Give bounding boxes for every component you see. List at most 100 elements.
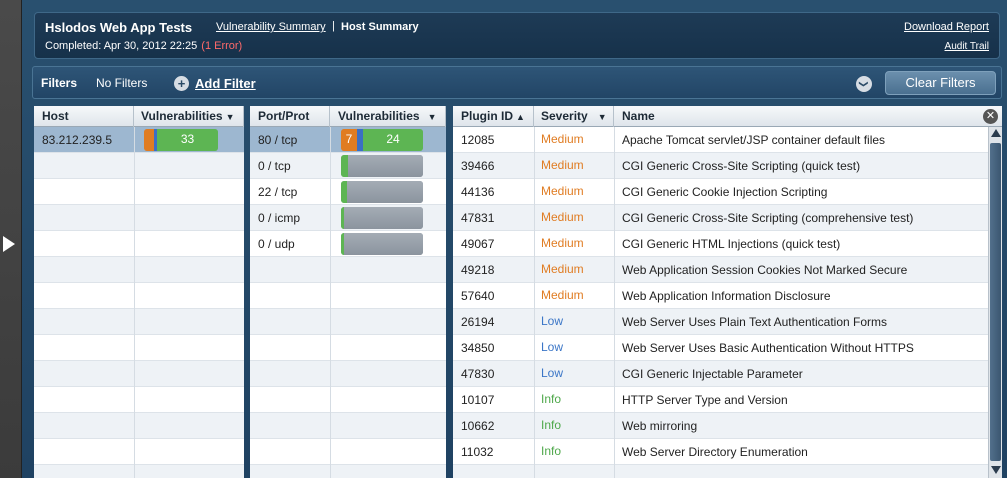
severity-label: Medium <box>541 210 584 224</box>
expand-arrow-icon[interactable] <box>3 236 15 252</box>
table-row[interactable]: 0 / tcp <box>250 153 446 179</box>
plugin-id: 47831 <box>461 211 495 225</box>
table-row[interactable]: 49218 Medium Web Application Session Cooki… <box>453 257 1002 283</box>
host-summary-tab[interactable]: Host Summary <box>341 21 419 33</box>
column-divider <box>614 127 615 478</box>
port-table: Port/Prot Vulnerabilities ▼ 80 / tcp 7 24… <box>250 106 446 478</box>
error-count[interactable]: (1 Error) <box>201 40 242 52</box>
report-header: Hslodos Web App Tests Completed: Apr 30,… <box>34 12 1000 59</box>
plugin-name: Web Application Session Cookies Not Mark… <box>622 263 908 277</box>
vulnerability-bar[interactable]: 33 <box>144 129 218 151</box>
severity-label: Low <box>541 314 564 328</box>
table-row-empty <box>34 413 244 439</box>
audit-trail-link[interactable]: Audit Trail <box>945 41 989 52</box>
info-segment: 33 <box>157 129 218 151</box>
host-ip: 83.212.239.5 <box>42 133 113 147</box>
table-row[interactable]: 12085 Medium Apache Tomcat servlet/JSP con… <box>453 127 1002 153</box>
table-row[interactable]: 47830 Low CGI Generic Injectable Parameter <box>453 361 1002 387</box>
table-row[interactable]: 11032 Info Web Server Directory Enumeratio… <box>453 439 1002 465</box>
severity-label: Info <box>541 444 562 458</box>
plugin-id: 10662 <box>461 419 495 433</box>
column-severity-label: Severity <box>541 109 588 123</box>
severity-label: Info <box>541 418 562 432</box>
column-severity[interactable]: Severity ▼ <box>534 106 614 127</box>
plugin-name: Web Server Uses Plain Text Authenticatio… <box>622 315 888 329</box>
table-row[interactable]: 22 / tcp <box>250 179 446 205</box>
vulnerability-bar[interactable] <box>341 207 423 229</box>
plugin-table: Plugin ID ▲ Severity ▼ Name ✕ 12085 Medium A… <box>453 106 1002 478</box>
column-port-vulnerabilities-label: Vulnerabilities <box>338 109 420 123</box>
column-host[interactable]: Host <box>34 106 134 127</box>
table-row-empty <box>34 257 244 283</box>
plugin-name: CGI Generic Cross-Site Scripting (quick … <box>622 159 861 173</box>
table-row[interactable]: 0 / udp <box>250 231 446 257</box>
plugin-id: 49067 <box>461 237 495 251</box>
table-row-empty <box>250 335 446 361</box>
vulnerability-bar[interactable] <box>341 181 423 203</box>
vertical-scrollbar[interactable] <box>988 127 1002 478</box>
scroll-down-icon[interactable] <box>991 466 1001 474</box>
info-segment <box>341 155 348 177</box>
table-row-empty <box>250 439 446 465</box>
host-table: Host Vulnerabilities ▼ 83.212.239.5 33 <box>34 106 244 478</box>
chevron-down-icon[interactable]: ❯ <box>856 76 872 92</box>
plugin-name: Apache Tomcat servlet/JSP container defa… <box>622 133 886 147</box>
close-icon[interactable]: ✕ <box>983 109 998 124</box>
collapse-rail[interactable] <box>0 0 22 478</box>
table-row[interactable]: 10662 Info Web mirroring <box>453 413 1002 439</box>
scroll-thumb[interactable] <box>990 143 1001 461</box>
table-row[interactable]: 47831 Medium CGI Generic Cross-Site Script… <box>453 205 1002 231</box>
column-name[interactable]: Name <box>614 106 1002 127</box>
plugin-id: 49218 <box>461 263 495 277</box>
column-port-vulnerabilities[interactable]: Vulnerabilities ▼ <box>330 106 446 127</box>
table-row[interactable]: 34850 Low Web Server Uses Basic Authentica… <box>453 335 1002 361</box>
completed-text: Completed: Apr 30, 2012 22:25 <box>45 40 198 52</box>
table-row-empty <box>34 387 244 413</box>
vulnerability-bar[interactable] <box>341 233 423 255</box>
severity-label: Medium <box>541 288 584 302</box>
filter-status: No Filters <box>96 76 148 90</box>
scroll-up-icon[interactable] <box>991 129 1001 137</box>
table-row[interactable]: 83.212.239.5 33 <box>34 127 244 153</box>
main-area: Hslodos Web App Tests Completed: Apr 30,… <box>22 0 1007 478</box>
plugin-id: 57640 <box>461 289 495 303</box>
plugin-name: CGI Generic Cookie Injection Scripting <box>622 185 828 199</box>
vulnerability-bar[interactable]: 7 24 <box>341 129 423 151</box>
table-row[interactable]: 39466 Medium CGI Generic Cross-Site Script… <box>453 153 1002 179</box>
add-filter-icon[interactable]: + <box>174 76 189 91</box>
empty-segment <box>347 181 423 203</box>
plugin-name: CGI Generic Injectable Parameter <box>622 367 803 381</box>
download-report-link[interactable]: Download Report <box>904 21 989 33</box>
column-host-label: Host <box>42 109 69 123</box>
empty-segment <box>348 155 423 177</box>
table-row[interactable]: 49067 Medium CGI Generic HTML Injections (… <box>453 231 1002 257</box>
plugin-name: Web Application Information Disclosure <box>622 289 831 303</box>
vulnerability-summary-link[interactable]: Vulnerability Summary <box>216 21 326 33</box>
severity-label: Info <box>541 392 562 406</box>
table-row-empty <box>34 153 244 179</box>
port-protocol: 0 / udp <box>258 237 295 251</box>
table-row[interactable]: 10107 Info HTTP Server Type and Version <box>453 387 1002 413</box>
table-row[interactable]: 0 / icmp <box>250 205 446 231</box>
report-title: Hslodos Web App Tests <box>45 20 193 35</box>
column-port[interactable]: Port/Prot <box>250 106 330 127</box>
port-protocol: 22 / tcp <box>258 185 298 199</box>
column-plugin-id-label: Plugin ID <box>461 109 513 123</box>
column-plugin-id[interactable]: Plugin ID ▲ <box>453 106 534 127</box>
add-filter-link[interactable]: Add Filter <box>195 76 256 91</box>
table-row-empty <box>34 465 244 478</box>
vulnerability-bar[interactable] <box>341 155 423 177</box>
column-vulnerabilities[interactable]: Vulnerabilities ▼ <box>134 106 244 127</box>
table-row[interactable]: 57640 Medium Web Application Information D… <box>453 283 1002 309</box>
plugin-id: 12085 <box>461 133 495 147</box>
table-row[interactable]: 80 / tcp 7 24 <box>250 127 446 153</box>
clear-filters-button[interactable]: Clear Filters <box>885 71 996 95</box>
table-row[interactable]: 26194 Low Web Server Uses Plain Text Authe… <box>453 309 1002 335</box>
table-row-empty <box>34 309 244 335</box>
plugin-id: 34850 <box>461 341 495 355</box>
severity-label: Medium <box>541 132 584 146</box>
table-row-empty <box>250 283 446 309</box>
severity-label: Low <box>541 366 564 380</box>
table-row[interactable]: 44136 Medium CGI Generic Cookie Injection … <box>453 179 1002 205</box>
column-divider <box>134 127 135 478</box>
